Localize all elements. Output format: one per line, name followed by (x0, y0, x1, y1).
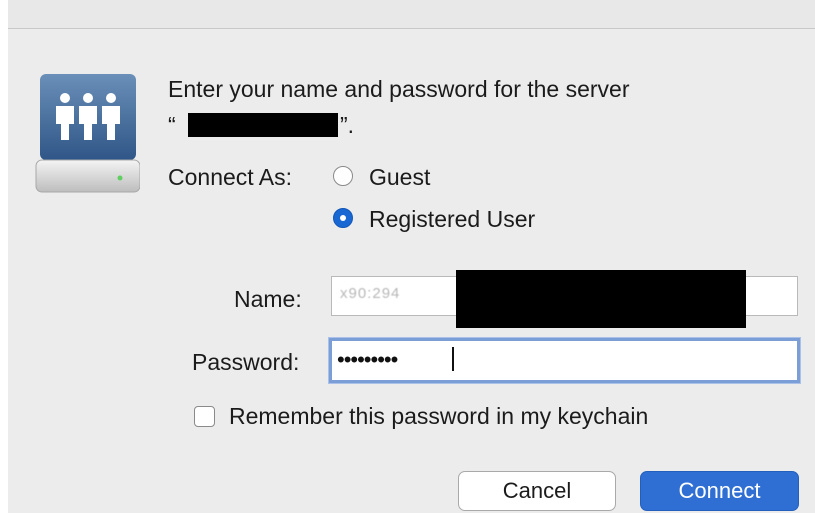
redacted-username (456, 270, 746, 328)
prompt-text: Enter your name and password for the ser… (168, 76, 630, 102)
remember-password-label[interactable]: Remember this password in my keychain (229, 403, 648, 430)
text-caret (452, 347, 454, 371)
connect-button[interactable]: Connect (640, 471, 799, 511)
password-label: Password: (192, 349, 300, 375)
password-field[interactable]: ••••••••• (329, 338, 800, 383)
name-label: Name: (234, 286, 302, 312)
prompt-close-quote: ”. (340, 112, 355, 138)
registered-user-radio-label[interactable]: Registered User (369, 206, 535, 233)
remember-password-checkbox[interactable] (194, 406, 215, 427)
guest-radio[interactable] (333, 166, 353, 186)
server-icon (35, 74, 140, 193)
guest-radio-label[interactable]: Guest (369, 164, 430, 191)
window-titlebar (8, 0, 815, 29)
prompt-open-quote: “ (168, 112, 176, 138)
password-field-value: ••••••••• (337, 347, 398, 372)
redacted-server-name (188, 113, 338, 137)
connect-as-label: Connect As: (168, 164, 293, 190)
cancel-button[interactable]: Cancel (458, 471, 616, 511)
name-field-value: x90:294 (340, 285, 401, 302)
registered-user-radio[interactable] (333, 208, 353, 228)
